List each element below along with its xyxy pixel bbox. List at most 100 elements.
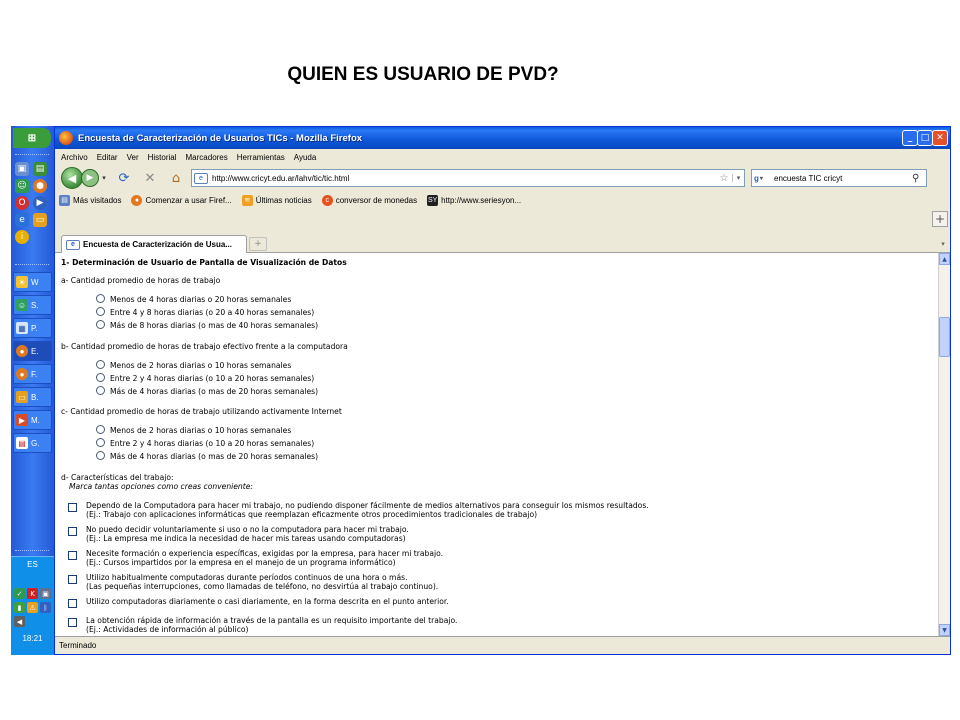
radio-option[interactable]: Entre 2 y 4 horas diarias (o 10 a 20 hor… bbox=[96, 437, 314, 448]
taskbar-task[interactable]: ▭ B. bbox=[13, 387, 52, 407]
add-toolbar-button[interactable]: + bbox=[932, 211, 948, 227]
check-icon[interactable]: ✓ bbox=[14, 588, 25, 599]
title-bar[interactable]: Encuesta de Caracterización de Usuarios … bbox=[55, 127, 950, 149]
start-button[interactable]: ⊞ bbox=[13, 128, 51, 148]
checkbox-option[interactable]: Utilizo habitualmente computadoras duran… bbox=[68, 573, 438, 591]
messenger-icon[interactable]: ☺ bbox=[15, 179, 29, 193]
network-icon[interactable]: ⚠ bbox=[27, 602, 38, 613]
network-icon[interactable]: ▣ bbox=[40, 588, 51, 599]
search-bar[interactable]: g ▾ encuesta TIC cricyt ⚲ bbox=[751, 169, 927, 187]
menu-editar[interactable]: Editar bbox=[97, 153, 118, 162]
radio-button[interactable] bbox=[96, 359, 105, 369]
language-indicator[interactable]: ES bbox=[11, 560, 54, 569]
radio-button[interactable] bbox=[96, 385, 105, 395]
search-icon[interactable]: ⚲ bbox=[912, 173, 926, 184]
scroll-down-button[interactable]: ▼ bbox=[939, 624, 950, 636]
internet-explorer-icon[interactable]: e bbox=[15, 213, 29, 227]
checkbox-option[interactable]: Utilizo computadoras diariamente o casi … bbox=[68, 597, 449, 608]
vertical-scrollbar[interactable]: ▲ ▼ bbox=[938, 253, 950, 636]
tab-active[interactable]: e Encuesta de Caracterización de Usua... bbox=[61, 235, 247, 253]
radio-button[interactable] bbox=[96, 306, 105, 316]
url-text[interactable]: http://www.cricyt.edu.ar/lahv/tic/tic.ht… bbox=[212, 174, 716, 183]
scroll-up-button[interactable]: ▲ bbox=[939, 253, 950, 265]
firefox-icon[interactable]: ● bbox=[33, 179, 47, 193]
folder-icon[interactable]: ▭ bbox=[33, 213, 47, 227]
clock[interactable]: 18:21 bbox=[11, 634, 54, 643]
address-bar[interactable]: e http://www.cricyt.edu.ar/lahv/tic/tic.… bbox=[191, 169, 745, 187]
checkbox[interactable] bbox=[68, 599, 77, 608]
checkbox[interactable] bbox=[68, 575, 77, 584]
taskbar-grip[interactable] bbox=[15, 154, 49, 156]
menu-ver[interactable]: Ver bbox=[127, 153, 139, 162]
home-button[interactable]: ⌂ bbox=[165, 168, 187, 188]
scroll-thumb[interactable] bbox=[939, 317, 950, 357]
radio-option[interactable]: Menos de 2 horas diarias o 10 horas sema… bbox=[96, 424, 291, 435]
checkbox[interactable] bbox=[68, 618, 77, 627]
bookmark-item[interactable]: ● Comenzar a usar Firef... bbox=[131, 194, 232, 206]
show-desktop-icon[interactable]: ▣ bbox=[15, 162, 29, 176]
menu-ayuda[interactable]: Ayuda bbox=[294, 153, 317, 162]
taskbar-task[interactable]: ☀ W bbox=[13, 272, 52, 292]
antivirus-icon[interactable]: K bbox=[27, 588, 38, 599]
menu-herramientas[interactable]: Herramientas bbox=[237, 153, 285, 162]
opera-icon[interactable]: O bbox=[15, 196, 29, 210]
radio-button[interactable] bbox=[96, 319, 105, 329]
radio-option[interactable]: Menos de 2 horas diarias o 10 horas sema… bbox=[96, 359, 291, 370]
radio-option[interactable]: Entre 2 y 4 horas diarias (o 10 a 20 hor… bbox=[96, 372, 314, 383]
radio-button[interactable] bbox=[96, 450, 105, 460]
radio-button[interactable] bbox=[96, 293, 105, 303]
explorer-icon[interactable]: ▤ bbox=[33, 162, 47, 176]
firefox-icon[interactable] bbox=[59, 131, 73, 145]
maximize-button[interactable]: □ bbox=[917, 130, 933, 146]
menu-archivo[interactable]: Archivo bbox=[61, 153, 88, 162]
tab-list-dropdown[interactable]: ▾ bbox=[938, 237, 948, 251]
bluetooth-icon[interactable]: ᛒ bbox=[40, 602, 51, 613]
close-button[interactable]: ✕ bbox=[932, 130, 948, 146]
speaker-icon[interactable]: ◀ bbox=[14, 616, 25, 627]
taskbar-task[interactable]: ▶ M. bbox=[13, 410, 52, 430]
checkbox-option[interactable]: Dependo de la Computadora para hacer mi … bbox=[68, 501, 649, 519]
taskbar-grip[interactable] bbox=[15, 550, 49, 552]
taskbar-task[interactable]: ▤ G. bbox=[13, 433, 52, 453]
taskbar-task[interactable]: ▦ P. bbox=[13, 318, 52, 338]
menu-marcadores[interactable]: Marcadores bbox=[186, 153, 228, 162]
site-identity-icon[interactable]: e bbox=[194, 172, 208, 184]
menu-historial[interactable]: Historial bbox=[148, 153, 177, 162]
checkbox-option[interactable]: No puedo decidir voluntariamente si uso … bbox=[68, 525, 409, 543]
bookmark-item[interactable]: c conversor de monedas bbox=[321, 194, 417, 206]
radio-button[interactable] bbox=[96, 372, 105, 382]
checkbox[interactable] bbox=[68, 551, 77, 560]
bookmark-item[interactable]: ▤ Más visitados bbox=[59, 194, 121, 206]
radio-option[interactable]: Menos de 4 horas diarias o 20 horas sema… bbox=[96, 293, 291, 304]
signal-icon[interactable]: ▮ bbox=[14, 602, 25, 613]
checkbox-option[interactable]: Necesite formación o experiencia específ… bbox=[68, 549, 443, 567]
stop-button[interactable]: ✕ bbox=[139, 168, 161, 188]
back-button[interactable]: ◀ bbox=[61, 167, 83, 189]
taskbar-task[interactable]: ● F. bbox=[13, 364, 52, 384]
taskbar-task[interactable]: ☺ S. bbox=[13, 295, 52, 315]
info-icon[interactable]: i bbox=[15, 230, 29, 244]
radio-option[interactable]: Más de 4 horas diarias (o mas de 20 hora… bbox=[96, 450, 318, 461]
bookmark-star-icon[interactable]: ☆ bbox=[716, 173, 732, 184]
radio-option[interactable]: Más de 8 horas diarias (o mas de 40 hora… bbox=[96, 319, 318, 330]
minimize-button[interactable]: _ bbox=[902, 130, 918, 146]
checkbox[interactable] bbox=[68, 527, 77, 536]
forward-button[interactable]: ▶ bbox=[81, 169, 99, 187]
reload-button[interactable]: ⟳ bbox=[113, 168, 135, 188]
search-input[interactable]: encuesta TIC cricyt bbox=[772, 174, 912, 183]
url-dropdown-icon[interactable]: ▾ bbox=[732, 174, 744, 182]
checkbox-option[interactable]: La obtención rápida de información a tra… bbox=[68, 616, 457, 634]
bookmark-item[interactable]: SY http://www.seriesyon... bbox=[427, 194, 521, 206]
google-icon[interactable]: g ▾ bbox=[752, 174, 772, 183]
new-tab-button[interactable]: + bbox=[249, 237, 267, 251]
taskbar-task-active[interactable]: ● E. bbox=[13, 341, 52, 361]
history-dropdown[interactable]: ▾ bbox=[99, 169, 109, 187]
radio-button[interactable] bbox=[96, 424, 105, 434]
radio-option[interactable]: Entre 4 y 8 horas diarias (o 20 a 40 hor… bbox=[96, 306, 314, 317]
taskbar-grip[interactable] bbox=[15, 264, 49, 266]
media-player-icon[interactable]: ▶ bbox=[33, 196, 47, 210]
radio-button[interactable] bbox=[96, 437, 105, 447]
bookmark-item[interactable]: ≋ Últimas noticias bbox=[241, 194, 312, 206]
radio-option[interactable]: Más de 4 horas diarias (o mas de 20 hora… bbox=[96, 385, 318, 396]
checkbox[interactable] bbox=[68, 503, 77, 512]
